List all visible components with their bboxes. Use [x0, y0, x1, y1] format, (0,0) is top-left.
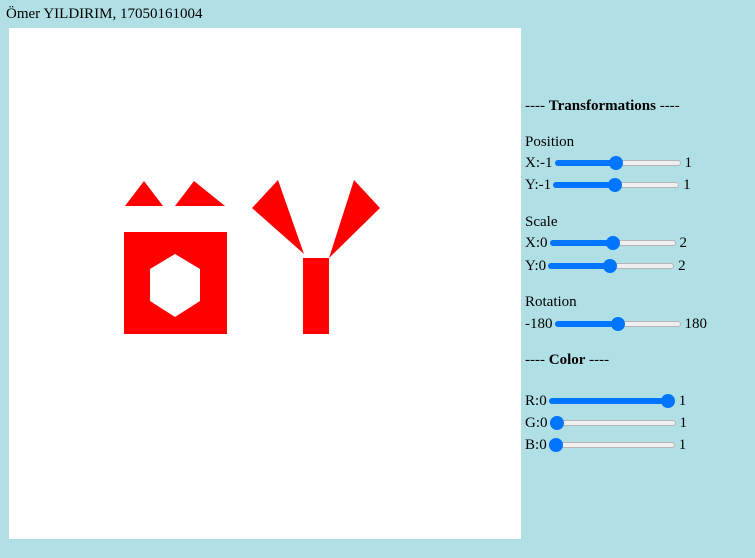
webgl-canvas[interactable] [9, 28, 521, 539]
scale-y-min: 0 [538, 257, 547, 274]
rotation-max: 180 [684, 315, 708, 332]
position-y-max: 1 [683, 176, 691, 193]
color-b-max: 1 [678, 436, 687, 453]
umlaut-right-triangle [175, 181, 225, 206]
slider-thumb[interactable] [609, 156, 624, 170]
initials-drawing [124, 180, 380, 334]
scale-y-slider[interactable] [548, 256, 675, 276]
slider-thumb[interactable] [605, 236, 620, 250]
scale-y-row: Y: 0 2 [525, 256, 686, 276]
position-x-label: X: [525, 154, 540, 171]
slider-thumb[interactable] [610, 317, 625, 331]
letter-y-right-arm [329, 180, 380, 258]
slider-thumb[interactable] [603, 259, 617, 273]
slider-thumb[interactable] [548, 438, 563, 452]
color-g-row: G: 0 1 [525, 413, 687, 433]
color-r-max: 1 [678, 392, 687, 409]
color-b-row: B: 0 1 [525, 435, 686, 455]
scale-y-label: Y: [525, 257, 539, 274]
rotation-label: Rotation [525, 294, 577, 310]
color-heading: ---- Color ---- [525, 352, 610, 368]
position-x-min: -1 [540, 154, 553, 171]
position-x-slider[interactable] [554, 153, 681, 173]
scale-x-slider[interactable] [549, 233, 676, 253]
slider-thumb[interactable] [549, 416, 564, 430]
letter-o-square [124, 232, 227, 334]
letter-y-stem [303, 258, 329, 334]
slider-thumb[interactable] [660, 394, 675, 408]
umlaut-left-triangle [125, 181, 163, 206]
scale-label: Scale [525, 214, 558, 230]
scale-y-max: 2 [678, 257, 686, 274]
position-y-slider[interactable] [553, 175, 680, 195]
color-g-min: 0 [540, 414, 548, 431]
rotation-min: -180 [525, 315, 553, 332]
color-r-slider[interactable] [548, 391, 675, 411]
rotation-row: -180 180 [525, 314, 707, 334]
color-b-slider[interactable] [548, 435, 675, 455]
author-heading: Ömer YILDIRIM, 17050161004 [6, 6, 203, 22]
color-r-min: 0 [539, 392, 547, 409]
position-label: Position [525, 134, 575, 150]
position-x-max: 1 [684, 154, 693, 171]
position-y-label: Y: [525, 176, 539, 193]
rotation-slider[interactable] [554, 314, 681, 334]
color-r-row: R: 0 1 [525, 391, 686, 411]
letter-y-left-arm [252, 180, 304, 254]
position-x-row: X: -1 1 [525, 153, 692, 173]
color-g-label: G: [525, 414, 540, 431]
color-r-label: R: [525, 392, 540, 409]
position-y-min: -1 [538, 176, 552, 193]
scale-x-max: 2 [679, 234, 688, 251]
color-b-min: 0 [539, 436, 547, 453]
transformations-heading: ---- Transformations ---- [525, 98, 680, 114]
slider-thumb[interactable] [608, 178, 622, 192]
scale-x-row: X: 0 2 [525, 233, 687, 253]
color-g-max: 1 [679, 414, 688, 431]
scale-x-min: 0 [540, 234, 548, 251]
position-y-row: Y: -1 1 [525, 175, 691, 195]
color-g-slider[interactable] [549, 413, 676, 433]
scale-x-label: X: [525, 234, 540, 251]
color-b-label: B: [525, 436, 540, 453]
